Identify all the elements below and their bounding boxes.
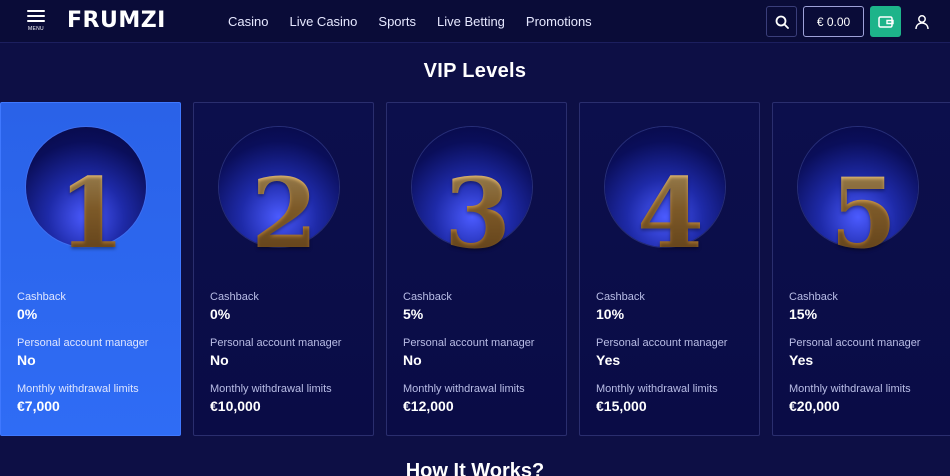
nav-live-betting[interactable]: Live Betting xyxy=(437,14,505,29)
cashback-label: Cashback xyxy=(17,291,66,303)
hamburger-icon-bar xyxy=(27,15,45,17)
cashback-label: Cashback xyxy=(210,291,259,303)
cashback-label: Cashback xyxy=(403,291,452,303)
nav-sports[interactable]: Sports xyxy=(378,14,416,29)
nav-casino[interactable]: Casino xyxy=(228,14,268,29)
nav-live-casino[interactable]: Live Casino xyxy=(289,14,357,29)
manager-value: No xyxy=(403,352,422,368)
user-button[interactable] xyxy=(910,10,934,34)
manager-value: No xyxy=(17,352,36,368)
vip-level-card-4[interactable]: 4 Cashback 10% Personal account manager … xyxy=(579,102,760,436)
section-title-how-it-works: How It Works? xyxy=(405,460,545,476)
limit-label: Monthly withdrawal limits xyxy=(210,383,332,395)
manager-label: Personal account manager xyxy=(596,337,728,349)
limit-value: €20,000 xyxy=(789,398,840,414)
menu-label: MENU xyxy=(28,26,44,32)
cashback-value: 0% xyxy=(210,306,231,322)
cashback-value: 0% xyxy=(17,306,38,322)
vip-level-card-5[interactable]: 5 Cashback 15% Personal account manager … xyxy=(772,102,950,436)
user-icon xyxy=(915,15,929,30)
site-logo[interactable]: FRUMZI xyxy=(67,8,166,34)
limit-value: €12,000 xyxy=(403,398,454,414)
hamburger-icon xyxy=(27,10,45,12)
balance-button[interactable]: € 0.00 xyxy=(803,6,864,37)
nav-promotions[interactable]: Promotions xyxy=(526,14,592,29)
level-number: 2 xyxy=(194,159,375,269)
main-nav: Casino Live Casino Sports Live Betting P… xyxy=(228,0,613,43)
limit-value: €10,000 xyxy=(210,398,261,414)
level-number: 5 xyxy=(773,159,950,269)
hamburger-icon-bar xyxy=(27,20,45,22)
menu-button[interactable]: MENU xyxy=(26,10,46,32)
manager-value: Yes xyxy=(596,352,621,368)
page-title: VIP Levels xyxy=(423,60,527,82)
cashback-label: Cashback xyxy=(789,291,838,303)
vip-level-card-2[interactable]: 2 Cashback 0% Personal account manager N… xyxy=(193,102,374,436)
wallet-icon xyxy=(877,15,894,28)
limit-label: Monthly withdrawal limits xyxy=(596,383,718,395)
level-number: 4 xyxy=(580,159,761,269)
limit-value: €7,000 xyxy=(17,398,60,414)
search-icon xyxy=(775,15,789,29)
manager-label: Personal account manager xyxy=(17,337,149,349)
cashback-label: Cashback xyxy=(596,291,645,303)
limit-label: Monthly withdrawal limits xyxy=(403,383,525,395)
manager-label: Personal account manager xyxy=(403,337,535,349)
limit-label: Monthly withdrawal limits xyxy=(17,383,139,395)
level-number: 1 xyxy=(1,159,182,269)
manager-value: No xyxy=(210,352,229,368)
limit-label: Monthly withdrawal limits xyxy=(789,383,911,395)
level-number: 3 xyxy=(387,159,568,269)
wallet-button[interactable] xyxy=(870,6,901,37)
cashback-value: 5% xyxy=(403,306,424,322)
top-header: MENU FRUMZI Casino Live Casino Sports Li… xyxy=(0,0,950,43)
cashback-value: 10% xyxy=(596,306,625,322)
cashback-value: 15% xyxy=(789,306,818,322)
manager-label: Personal account manager xyxy=(210,337,342,349)
vip-level-card-3[interactable]: 3 Cashback 5% Personal account manager N… xyxy=(386,102,567,436)
manager-label: Personal account manager xyxy=(789,337,921,349)
manager-value: Yes xyxy=(789,352,814,368)
limit-value: €15,000 xyxy=(596,398,647,414)
vip-level-card-1[interactable]: 1 Cashback 0% Personal account manager N… xyxy=(0,102,181,436)
search-button[interactable] xyxy=(766,6,797,37)
